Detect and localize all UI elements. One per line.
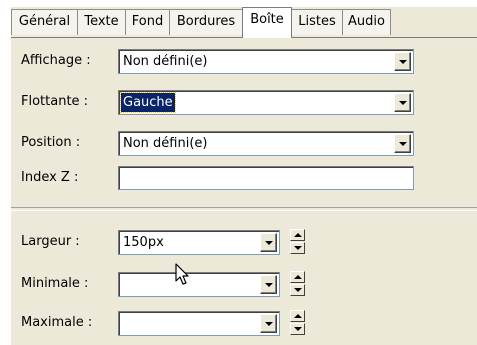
mouse-pointer-icon — [175, 263, 189, 285]
index-z-input[interactable] — [118, 166, 414, 190]
style-dialog: Général Texte Fond Bordures Boîte Listes… — [11, 7, 477, 345]
flottante-select[interactable]: Gauche — [118, 90, 414, 115]
spin-up-icon[interactable] — [290, 310, 305, 322]
tab-boite[interactable]: Boîte — [242, 7, 292, 38]
flottante-value: Gauche — [120, 92, 176, 113]
spin-down-icon[interactable] — [290, 284, 305, 296]
position-value: Non défini(e) — [123, 136, 208, 151]
tab-bordures[interactable]: Bordures — [169, 9, 243, 35]
spin-down-icon[interactable] — [290, 323, 305, 335]
position-label: Position : — [21, 135, 81, 150]
maximale-label: Maximale : — [21, 315, 93, 330]
largeur-spinner[interactable] — [290, 229, 305, 254]
section-divider — [11, 207, 477, 211]
chevron-down-icon[interactable] — [260, 314, 277, 333]
clipped-background-glyph — [0, 164, 11, 188]
chevron-down-icon[interactable] — [260, 233, 277, 252]
chevron-down-icon[interactable] — [394, 134, 411, 153]
affichage-value: Non défini(e) — [123, 54, 208, 69]
affichage-label: Affichage : — [21, 53, 91, 68]
largeur-value: 150px — [123, 235, 164, 250]
tab-texte[interactable]: Texte — [77, 9, 126, 35]
tab-strip: Général Texte Fond Bordures Boîte Listes… — [11, 7, 477, 40]
maximale-spinner[interactable] — [290, 310, 305, 335]
tab-listes[interactable]: Listes — [291, 9, 343, 35]
chevron-down-icon[interactable] — [260, 275, 277, 294]
chevron-down-icon[interactable] — [394, 52, 411, 71]
minimale-spinner[interactable] — [290, 271, 305, 296]
spin-up-icon[interactable] — [290, 229, 305, 241]
spin-up-icon[interactable] — [290, 271, 305, 283]
tab-audio[interactable]: Audio — [342, 9, 391, 35]
position-select[interactable]: Non défini(e) — [118, 131, 414, 156]
affichage-select[interactable]: Non défini(e) — [118, 49, 414, 74]
minimale-select[interactable] — [118, 272, 280, 297]
largeur-label: Largeur : — [21, 234, 80, 249]
flottante-label: Flottante : — [21, 94, 89, 109]
boite-panel: Affichage : Non défini(e) Flottante : Ga… — [11, 37, 477, 345]
chevron-down-icon[interactable] — [394, 93, 411, 112]
largeur-select[interactable]: 150px — [118, 230, 280, 255]
tab-general[interactable]: Général — [11, 9, 78, 35]
spin-down-icon[interactable] — [290, 242, 305, 254]
index-z-label: Index Z : — [21, 170, 79, 185]
tab-fond[interactable]: Fond — [125, 9, 170, 35]
maximale-select[interactable] — [118, 311, 280, 336]
minimale-label: Minimale : — [21, 276, 89, 291]
